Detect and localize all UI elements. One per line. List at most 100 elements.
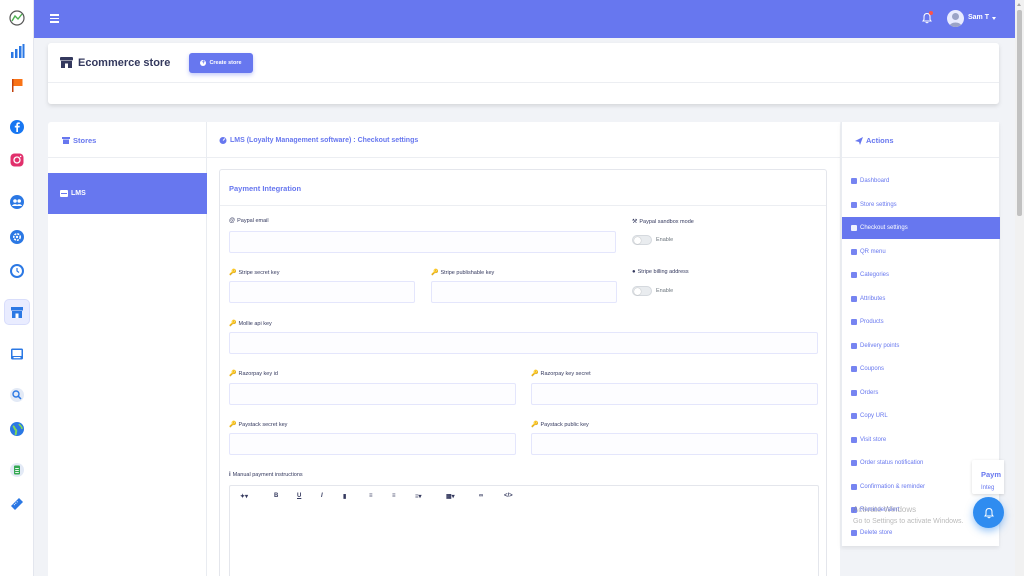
action-delivery-points[interactable]: Delivery points	[842, 335, 1000, 357]
key-icon: 🔑	[531, 371, 539, 377]
magic-wand-icon[interactable]: ✦▾	[240, 493, 248, 500]
user-name[interactable]: Sam T	[968, 14, 989, 21]
menu-toggle-icon[interactable]	[50, 14, 59, 23]
stores-divider	[48, 157, 206, 158]
stripe-billing-toggle[interactable]	[632, 286, 652, 296]
manual-instructions-label: i Manual payment instructions	[229, 472, 303, 478]
paystack-public-label: 🔑 Paystack public key	[531, 421, 589, 429]
at-sign-icon: @	[229, 218, 236, 224]
panel-divider	[207, 157, 840, 158]
key-icon: 🔑	[531, 422, 539, 428]
actions-heading: Actions	[855, 136, 894, 145]
create-store-label: Create store	[209, 60, 242, 66]
app-logo-icon[interactable]	[8, 9, 26, 27]
store-icon	[62, 137, 70, 144]
dashboard-icon	[219, 137, 227, 144]
razorpay-id-field[interactable]	[229, 383, 516, 405]
map-pin-icon	[851, 343, 857, 349]
store-item-lms[interactable]: LMS	[48, 173, 207, 214]
action-dashboard[interactable]: Dashboard	[842, 170, 1000, 192]
chevron-down-icon[interactable]	[992, 17, 996, 20]
facebook-icon[interactable]	[8, 118, 26, 136]
paypal-email-field[interactable]	[229, 231, 616, 253]
map-pin-icon: ●	[632, 269, 636, 275]
page-title: Ecommerce store	[78, 57, 171, 69]
stripe-publishable-field[interactable]	[431, 281, 617, 303]
mollie-key-field[interactable]	[229, 332, 818, 354]
italic-icon[interactable]: I	[321, 493, 323, 499]
trash-icon	[851, 530, 857, 536]
action-coupons[interactable]: Coupons	[842, 358, 1000, 380]
globe-icon[interactable]	[8, 420, 26, 438]
section-title: Payment Integration	[229, 184, 302, 193]
key-icon: 🔑	[431, 270, 439, 276]
plus-circle-icon: +	[200, 60, 207, 66]
razorpay-secret-field[interactable]	[531, 383, 818, 405]
bold-icon[interactable]: B	[274, 493, 278, 499]
paystack-public-field[interactable]	[531, 433, 818, 455]
actions-divider	[842, 157, 999, 158]
spreadsheet-icon[interactable]	[8, 461, 26, 479]
action-checkout-settings[interactable]: Checkout settings	[842, 217, 1000, 239]
action-copy-url[interactable]: Copy URL	[842, 405, 1000, 427]
top-navbar: Sam T	[34, 0, 1015, 38]
megaphone-icon	[851, 484, 857, 490]
stripe-publishable-label: 🔑 Stripe publishable key	[431, 269, 495, 277]
store-icon	[60, 190, 68, 197]
action-qr-menu[interactable]: QR menu	[842, 241, 1000, 263]
razorpay-id-label: 🔑 Razorpay key id	[229, 370, 278, 378]
table-icon[interactable]: ▦▾	[446, 493, 455, 500]
store-icon[interactable]	[8, 303, 26, 321]
search-icon[interactable]	[8, 386, 26, 404]
bullet-list-icon[interactable]: ≡	[369, 493, 373, 499]
scroll-up-arrow-icon[interactable]	[1017, 3, 1021, 6]
link-icon[interactable]: ∞	[479, 493, 483, 499]
section-divider	[220, 205, 826, 206]
key-icon: 🔑	[229, 321, 237, 327]
header-divider	[48, 82, 999, 83]
numbered-list-icon[interactable]: ≡	[392, 493, 396, 499]
checkout-settings-panel: LMS (Loyalty Management software) : Chec…	[207, 122, 840, 576]
gallery-icon[interactable]	[8, 345, 26, 363]
analytics-icon[interactable]	[8, 42, 26, 60]
manual-instructions-editor[interactable]: ✦▾ B U I ▮ ≡ ≡ ≡▾ ▦▾ ∞ </>	[229, 485, 819, 576]
scrollbar-thumb[interactable]	[1017, 10, 1022, 216]
clock-icon[interactable]	[8, 262, 26, 280]
action-attributes[interactable]: Attributes	[842, 288, 1000, 310]
paypal-sandbox-enable-label: Enable	[656, 237, 674, 243]
notification-peek-panel: Paym Integ	[972, 460, 1004, 494]
floating-notification-button[interactable]	[973, 497, 1004, 528]
users-icon[interactable]	[8, 193, 26, 211]
action-categories[interactable]: Categories	[842, 264, 1000, 286]
action-orders[interactable]: Orders	[842, 382, 1000, 404]
paystack-secret-label: 🔑 Paystack secret key	[229, 421, 288, 429]
paypal-sandbox-toggle[interactable]	[632, 235, 652, 245]
paypal-sandbox-label: ⚒ Paypal sandbox mode	[632, 218, 694, 226]
action-store-settings[interactable]: Store settings	[842, 194, 1000, 216]
info-icon: i	[229, 472, 231, 478]
stripe-secret-field[interactable]	[229, 281, 415, 303]
paystack-secret-field[interactable]	[229, 433, 516, 455]
create-store-button[interactable]: + Create store	[189, 53, 253, 73]
flag-icon[interactable]	[8, 76, 26, 94]
app-rail	[0, 0, 34, 576]
paypal-email-label: @ Paypal email	[229, 218, 269, 224]
code-view-icon[interactable]: </>	[504, 493, 513, 499]
page-scrollbar[interactable]	[1015, 0, 1024, 576]
action-products[interactable]: Products	[842, 311, 1000, 333]
copy-icon	[851, 413, 857, 419]
align-icon[interactable]: ≡▾	[415, 493, 422, 500]
mollie-key-label: 🔑 Mollie api key	[229, 320, 272, 328]
action-delete-store[interactable]: Delete store	[842, 522, 1000, 544]
action-visit-store[interactable]: Visit store	[842, 429, 1000, 451]
gear-icon[interactable]	[8, 228, 26, 246]
ticket-icon[interactable]	[8, 495, 26, 513]
gear-icon	[851, 202, 857, 208]
page-header: Ecommerce store + Create store	[48, 43, 999, 104]
underline-icon[interactable]: U	[297, 493, 301, 499]
bell-icon	[851, 460, 857, 466]
instagram-icon[interactable]	[8, 151, 26, 169]
store-icon	[851, 437, 857, 443]
user-avatar[interactable]	[947, 10, 964, 27]
eraser-icon[interactable]: ▮	[343, 493, 346, 500]
